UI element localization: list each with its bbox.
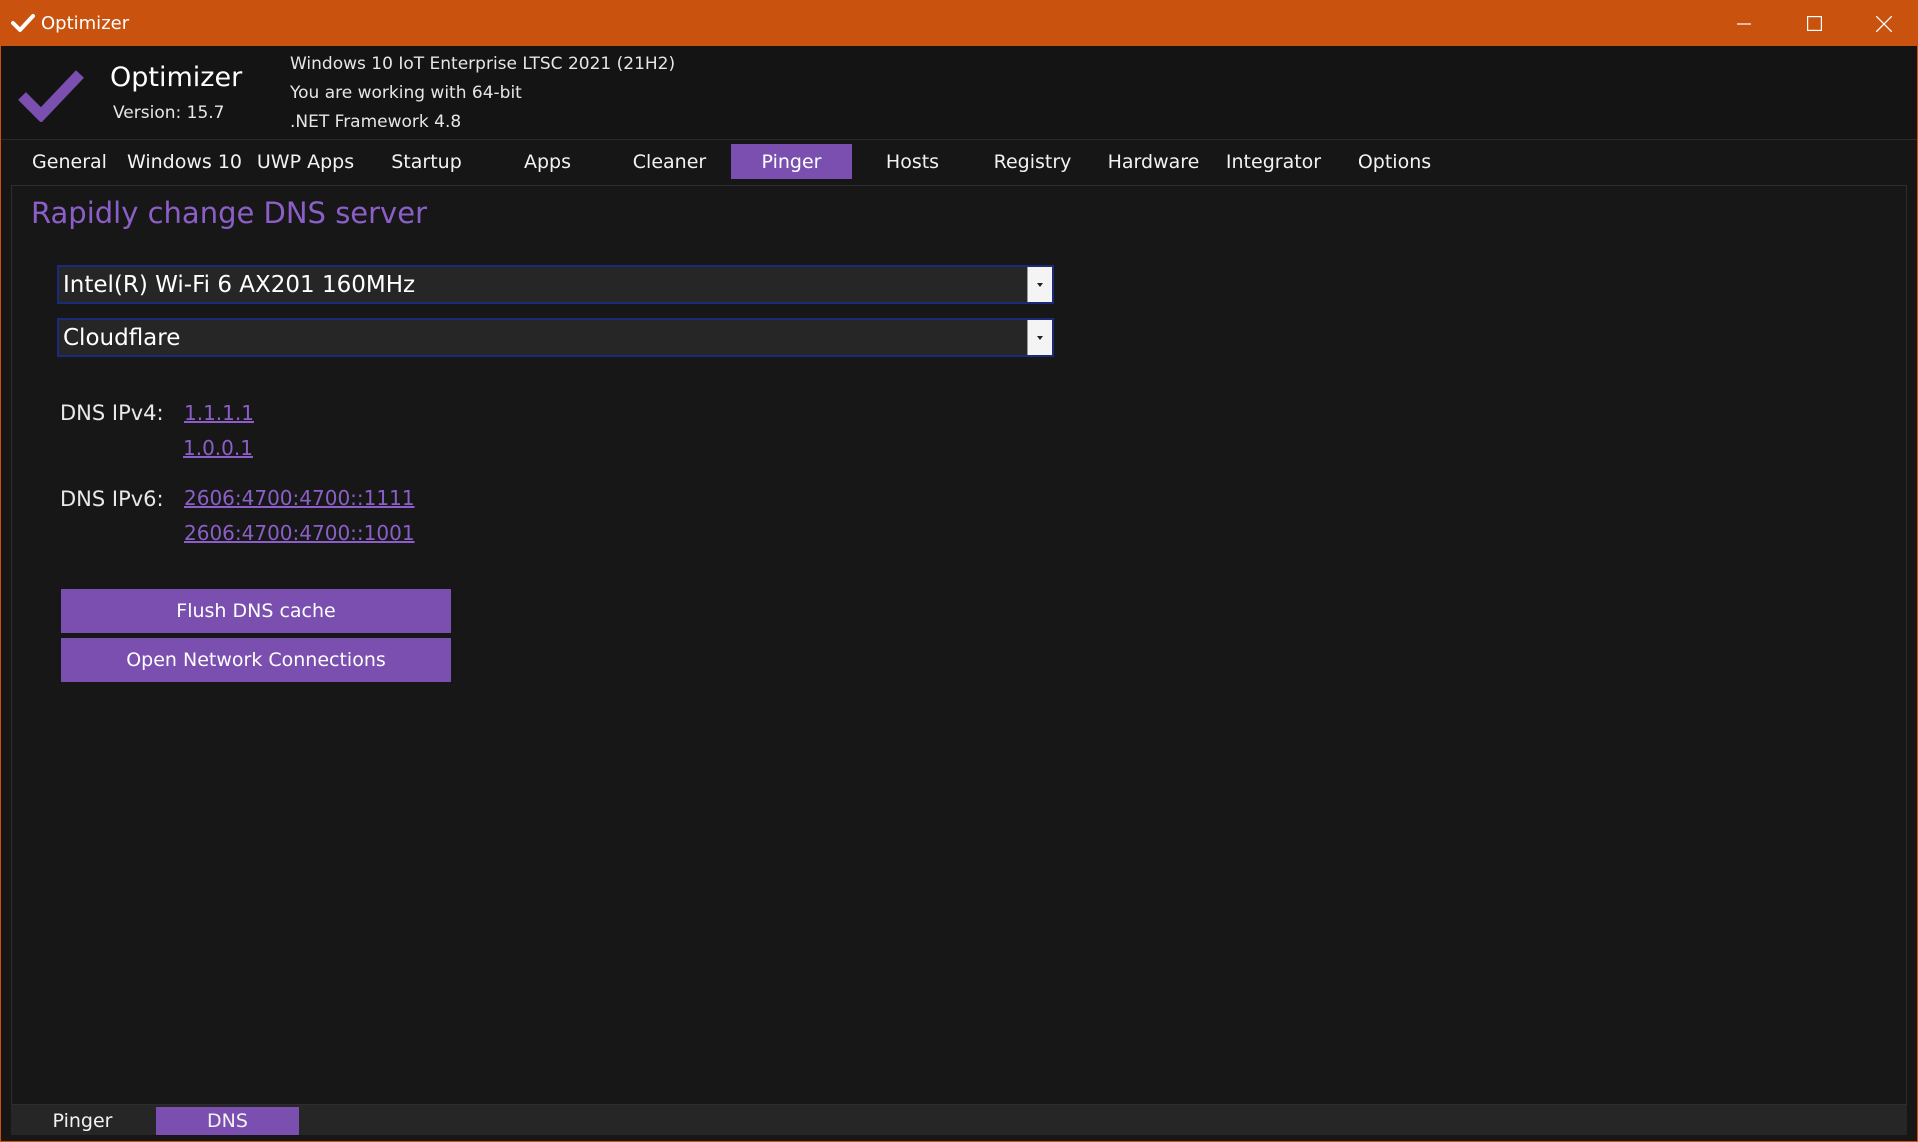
chevron-down-icon [1037,335,1043,340]
dns-panel: Rapidly change DNS server Intel(R) Wi-Fi… [11,185,1907,1105]
subtab-dns[interactable]: DNS [156,1107,299,1135]
dns-provider-selected: Cloudflare [63,325,181,351]
main-tabbar: General Windows 10 UWP Apps Startup Apps… [9,142,1909,180]
tab-integrator[interactable]: Integrator [1213,144,1334,179]
ipv6-primary-link[interactable]: 2606:4700:4700::1111 [184,486,415,510]
checkmark-icon [11,14,35,32]
subtab-pinger[interactable]: Pinger [11,1107,154,1135]
open-network-connections-button[interactable]: Open Network Connections [61,638,451,682]
tab-windows-10[interactable]: Windows 10 [124,144,245,179]
app-header: Optimizer Version: 15.7 Windows 10 IoT E… [1,46,1917,140]
ipv6-secondary-link[interactable]: 2606:4700:4700::1001 [184,521,415,545]
minimize-icon [1737,22,1751,25]
framework-info: .NET Framework 4.8 [290,112,462,132]
title-bar[interactable]: Optimizer [1,1,1917,46]
adapter-dropdown[interactable]: Intel(R) Wi-Fi 6 AX201 160MHz [57,265,1054,304]
tab-uwp-apps[interactable]: UWP Apps [245,144,366,179]
close-icon [1876,15,1892,32]
ipv4-primary-link[interactable]: 1.1.1.1 [184,401,254,425]
window-title: Optimizer [41,13,130,34]
minimize-button[interactable] [1709,1,1779,46]
dns-provider-dropdown-button[interactable] [1027,320,1052,355]
tab-registry[interactable]: Registry [972,144,1093,179]
chevron-down-icon [1037,282,1043,287]
ipv4-secondary-link[interactable]: 1.0.0.1 [183,436,253,460]
app-version: Version: 15.7 [113,103,225,123]
adapter-dropdown-button[interactable] [1027,267,1052,302]
section-title: Rapidly change DNS server [31,196,427,230]
arch-info: You are working with 64-bit [290,83,522,103]
tab-options[interactable]: Options [1334,144,1455,179]
tab-hosts[interactable]: Hosts [852,144,973,179]
sub-tabbar: Pinger DNS [11,1105,1907,1135]
dns-provider-dropdown[interactable]: Cloudflare [57,318,1054,357]
checkmark-icon [18,70,84,122]
ipv6-label: DNS IPv6: [60,487,164,511]
maximize-icon [1806,16,1822,31]
optimizer-window: Optimizer Optimizer Version: 15.7 Window… [0,0,1918,1142]
maximize-button[interactable] [1779,1,1849,46]
tab-startup[interactable]: Startup [366,144,487,179]
tab-hardware[interactable]: Hardware [1093,144,1214,179]
os-info: Windows 10 IoT Enterprise LTSC 2021 (21H… [290,54,676,74]
tab-apps[interactable]: Apps [487,144,608,179]
app-name: Optimizer [110,62,243,93]
flush-dns-button[interactable]: Flush DNS cache [61,589,451,633]
close-button[interactable] [1849,1,1917,46]
tab-cleaner[interactable]: Cleaner [609,144,730,179]
ipv4-label: DNS IPv4: [60,401,164,425]
adapter-selected: Intel(R) Wi-Fi 6 AX201 160MHz [63,272,416,298]
tab-general[interactable]: General [9,144,130,179]
tab-pinger[interactable]: Pinger [731,144,852,179]
